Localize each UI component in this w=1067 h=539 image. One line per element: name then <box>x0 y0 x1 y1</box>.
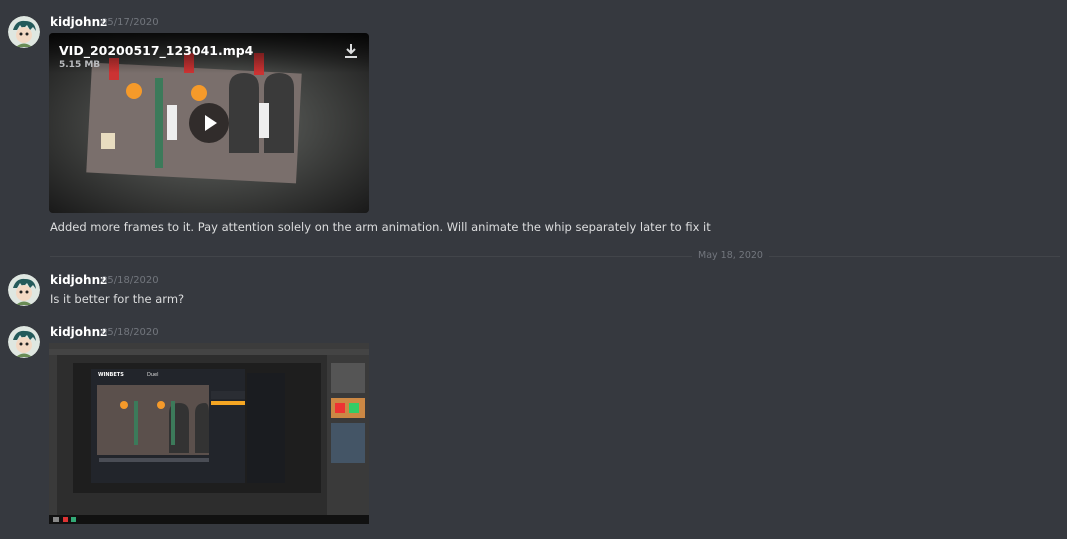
message-text: Is it better for the arm? <box>50 292 185 306</box>
video-file-size: 5.15 MB <box>59 60 101 70</box>
date-divider <box>50 256 1060 257</box>
author-name[interactable]: kidjohnz <box>50 325 107 339</box>
author-name[interactable]: kidjohnz <box>50 273 107 287</box>
video-attachment[interactable]: VID_20200517_123041.mp4 5.15 MB <box>49 33 369 213</box>
avatar[interactable] <box>8 274 40 306</box>
timestamp: 05/17/2020 <box>101 17 159 28</box>
avatar[interactable] <box>8 326 40 358</box>
screenshot-thumbnail <box>49 343 369 524</box>
message-text: Added more frames to it. Pay attention s… <box>50 220 711 234</box>
image-attachment[interactable]: WINBETS Duel <box>49 343 369 524</box>
message-1: kidjohnz 05/17/2020 VID_20200517_123041.… <box>0 0 1067 240</box>
video-file-name[interactable]: VID_20200517_123041.mp4 <box>59 43 253 58</box>
date-divider-label: May 18, 2020 <box>692 250 769 261</box>
image-brand-label: WINBETS <box>98 372 124 378</box>
timestamp: 05/18/2020 <box>101 327 159 338</box>
image-mode-label: Duel <box>147 372 159 378</box>
author-name[interactable]: kidjohnz <box>50 15 107 29</box>
timestamp: 05/18/2020 <box>101 275 159 286</box>
play-icon[interactable] <box>189 103 229 143</box>
avatar[interactable] <box>8 16 40 48</box>
download-icon[interactable] <box>343 43 359 59</box>
